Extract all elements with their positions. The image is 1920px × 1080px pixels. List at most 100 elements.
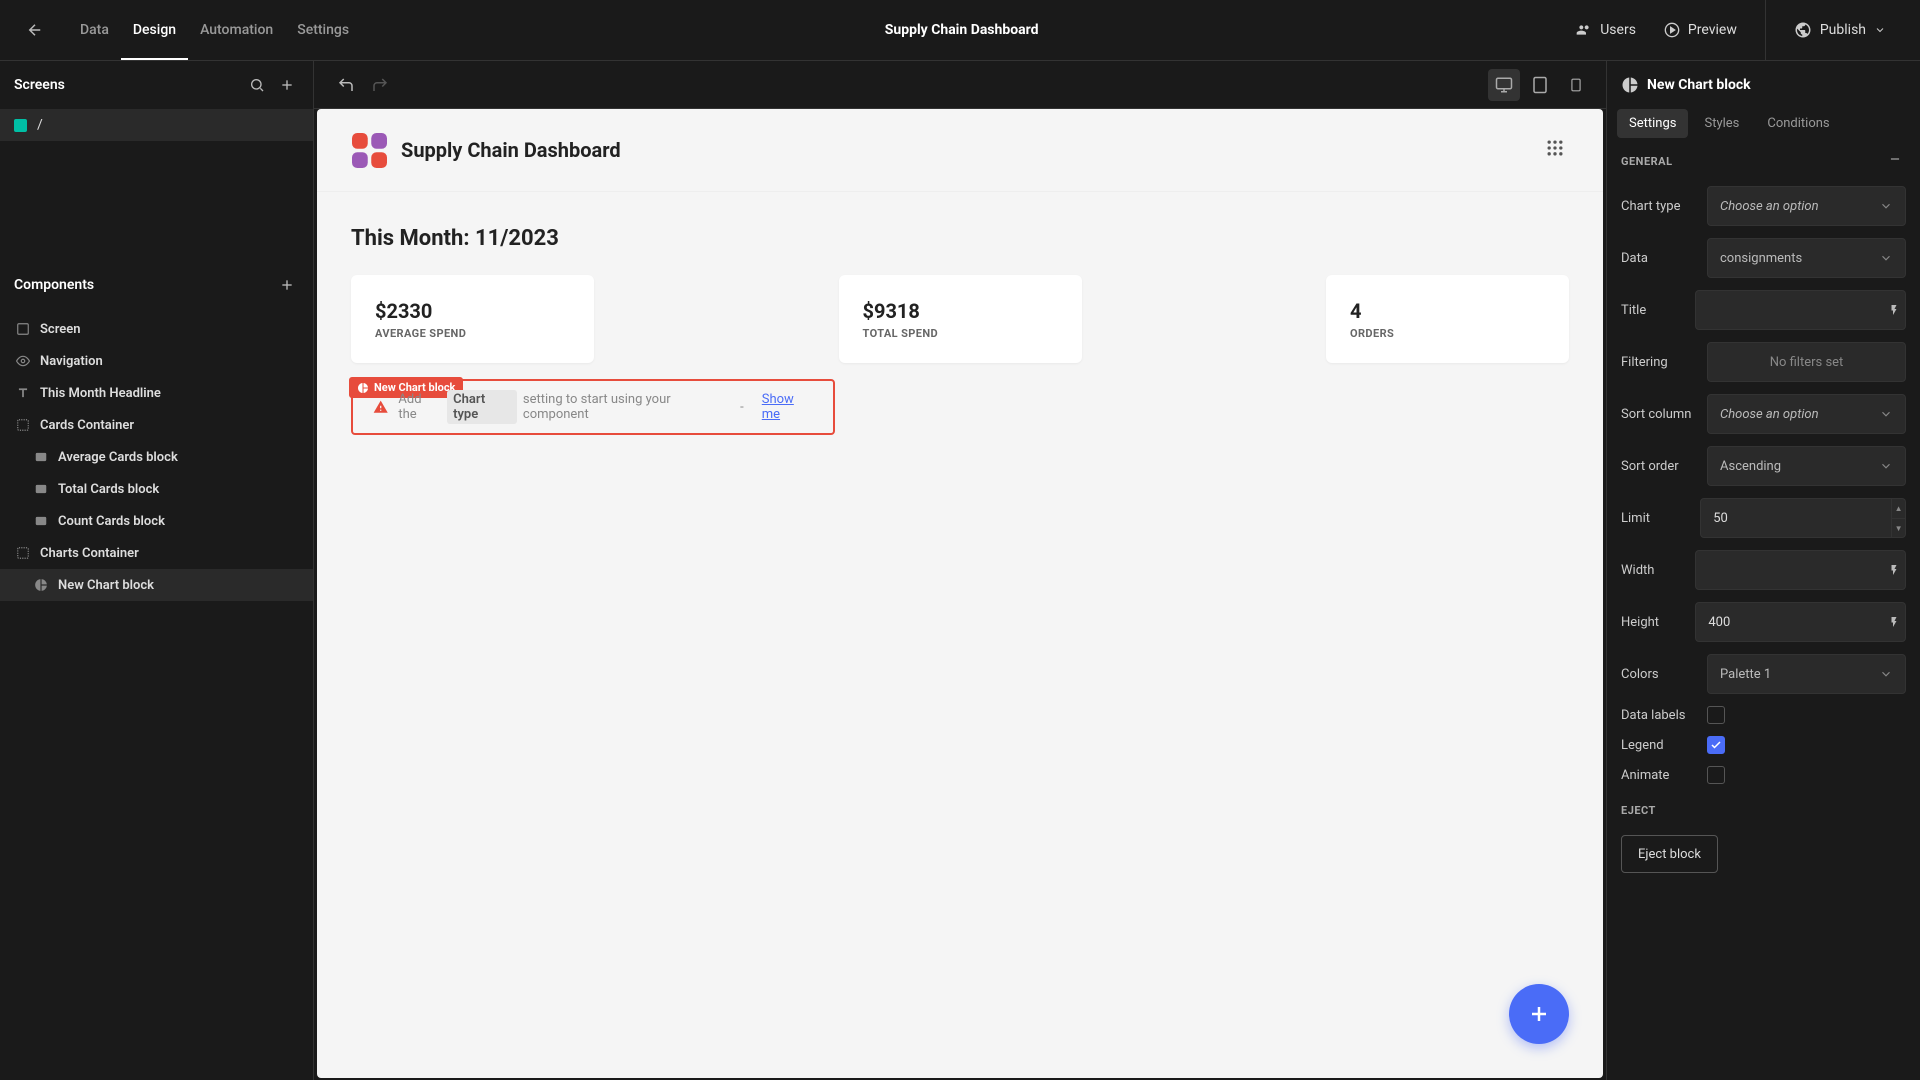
arrow-left-icon [26, 21, 44, 39]
legend-checkbox[interactable] [1707, 736, 1725, 754]
field-height: Height [1607, 596, 1920, 648]
tree-label: Navigation [40, 354, 103, 369]
container-icon [14, 544, 32, 562]
publish-button[interactable]: Publish [1780, 14, 1900, 46]
select-value: Palette 1 [1720, 667, 1771, 682]
limit-input[interactable] [1700, 498, 1892, 538]
plus-icon [279, 77, 295, 93]
tree-item-headline[interactable]: This Month Headline [0, 377, 313, 409]
width-binding-button[interactable] [1883, 550, 1906, 590]
undo-redo-group [328, 73, 392, 97]
animate-checkbox[interactable] [1707, 766, 1725, 784]
main-layout: Screens / Components Screen Navigation T… [0, 61, 1920, 1080]
back-button[interactable] [20, 15, 50, 45]
tab-settings[interactable]: Settings [285, 1, 361, 60]
limit-up[interactable]: ▲ [1891, 498, 1906, 518]
month-headline[interactable]: This Month: 11/2023 [351, 226, 1569, 251]
tree-item-chart-block[interactable]: New Chart block [0, 569, 313, 601]
device-tabs [1488, 69, 1592, 101]
field-width: Width [1607, 544, 1920, 596]
sort-order-select[interactable]: Ascending [1707, 446, 1906, 486]
field-label: Sort column [1621, 407, 1707, 422]
tree-item-total-block[interactable]: Total Cards block [0, 473, 313, 505]
tree-item-screen[interactable]: Screen [0, 313, 313, 345]
right-tab-conditions[interactable]: Conditions [1755, 109, 1841, 138]
colors-select[interactable]: Palette 1 [1707, 654, 1906, 694]
sort-column-select[interactable]: Choose an option [1707, 394, 1906, 434]
data-select[interactable]: consignments [1707, 238, 1906, 278]
tree-label: This Month Headline [40, 386, 161, 401]
tab-automation[interactable]: Automation [188, 1, 285, 60]
tree-label: Charts Container [40, 546, 139, 561]
card-avg-spend[interactable]: $2330AVERAGE SPEND [351, 275, 594, 363]
collapse-section-button[interactable] [1888, 152, 1906, 170]
chart-icon [32, 576, 50, 594]
right-tab-styles[interactable]: Styles [1692, 109, 1751, 138]
screen-item-root[interactable]: / [0, 109, 313, 141]
chevron-down-icon [1879, 667, 1893, 681]
plus-icon [279, 277, 295, 293]
device-tablet[interactable] [1524, 69, 1556, 101]
right-tabs: Settings Styles Conditions [1607, 109, 1920, 138]
topbar: Data Design Automation Settings Supply C… [0, 0, 1920, 61]
limit-down[interactable]: ▼ [1891, 518, 1906, 538]
height-input[interactable] [1695, 602, 1887, 642]
add-screen-button[interactable] [275, 73, 299, 97]
stat-label: AVERAGE SPEND [375, 327, 570, 340]
title-binding-button[interactable] [1883, 290, 1906, 330]
eject-block-button[interactable]: Eject block [1621, 835, 1718, 873]
title-input[interactable] [1695, 290, 1887, 330]
canvas-stage: Supply Chain Dashboard This Month: 11/20… [314, 109, 1606, 1080]
publish-label: Publish [1820, 22, 1866, 38]
grid-menu-button[interactable] [1545, 138, 1569, 162]
field-label: Filtering [1621, 355, 1707, 370]
canvas[interactable]: Supply Chain Dashboard This Month: 11/20… [317, 109, 1603, 1078]
device-mobile[interactable] [1560, 69, 1592, 101]
warn-suffix: setting to start using your component [523, 392, 730, 422]
height-binding-button[interactable] [1883, 602, 1906, 642]
device-desktop[interactable] [1488, 69, 1520, 101]
search-screens-button[interactable] [245, 73, 269, 97]
tree-item-charts-container[interactable]: Charts Container [0, 537, 313, 569]
check-icon [1710, 739, 1722, 751]
tab-data[interactable]: Data [68, 1, 121, 60]
preview-button[interactable]: Preview [1650, 14, 1751, 46]
data-labels-checkbox[interactable] [1707, 706, 1725, 724]
users-button[interactable]: Users [1562, 14, 1650, 46]
field-label: Title [1621, 303, 1695, 318]
add-component-fab[interactable] [1509, 984, 1569, 1044]
undo-button[interactable] [334, 73, 358, 97]
tree-item-avg-block[interactable]: Average Cards block [0, 441, 313, 473]
card-orders[interactable]: 4ORDERS [1326, 275, 1569, 363]
filtering-button[interactable]: No filters set [1707, 342, 1906, 382]
tree-item-count-block[interactable]: Count Cards block [0, 505, 313, 537]
topbar-right: Users Preview Publish [1562, 0, 1900, 61]
add-component-button[interactable] [275, 273, 299, 297]
chart-type-select[interactable]: Choose an option [1707, 186, 1906, 226]
chevron-down-icon [1874, 24, 1886, 36]
field-chart-type: Chart type Choose an option [1607, 180, 1920, 232]
select-value: consignments [1720, 251, 1802, 266]
field-label: Width [1621, 563, 1695, 578]
select-value: Choose an option [1720, 199, 1819, 214]
redo-button[interactable] [368, 73, 392, 97]
stat-value: $9318 [863, 299, 1058, 323]
chevron-down-icon [1879, 199, 1893, 213]
section-title: GENERAL [1621, 155, 1673, 168]
card-total-spend[interactable]: $9318TOTAL SPEND [839, 275, 1082, 363]
show-me-link[interactable]: Show me [762, 392, 813, 422]
tree-item-cards-container[interactable]: Cards Container [0, 409, 313, 441]
cards-row[interactable]: $2330AVERAGE SPEND $9318TOTAL SPEND 4ORD… [351, 275, 1569, 363]
card-icon [32, 480, 50, 498]
field-limit: Limit ▲▼ [1607, 492, 1920, 544]
chart-block[interactable]: Add the Chart type setting to start usin… [351, 379, 835, 435]
width-input[interactable] [1695, 550, 1887, 590]
screens-header: Screens [0, 61, 313, 109]
field-label: Sort order [1621, 459, 1707, 474]
left-sidebar: Screens / Components Screen Navigation T… [0, 61, 314, 1080]
tab-design[interactable]: Design [121, 1, 188, 60]
redo-icon [371, 76, 389, 94]
tree-item-navigation[interactable]: Navigation [0, 345, 313, 377]
right-tab-settings[interactable]: Settings [1617, 109, 1688, 138]
tree-label: Total Cards block [58, 482, 159, 497]
